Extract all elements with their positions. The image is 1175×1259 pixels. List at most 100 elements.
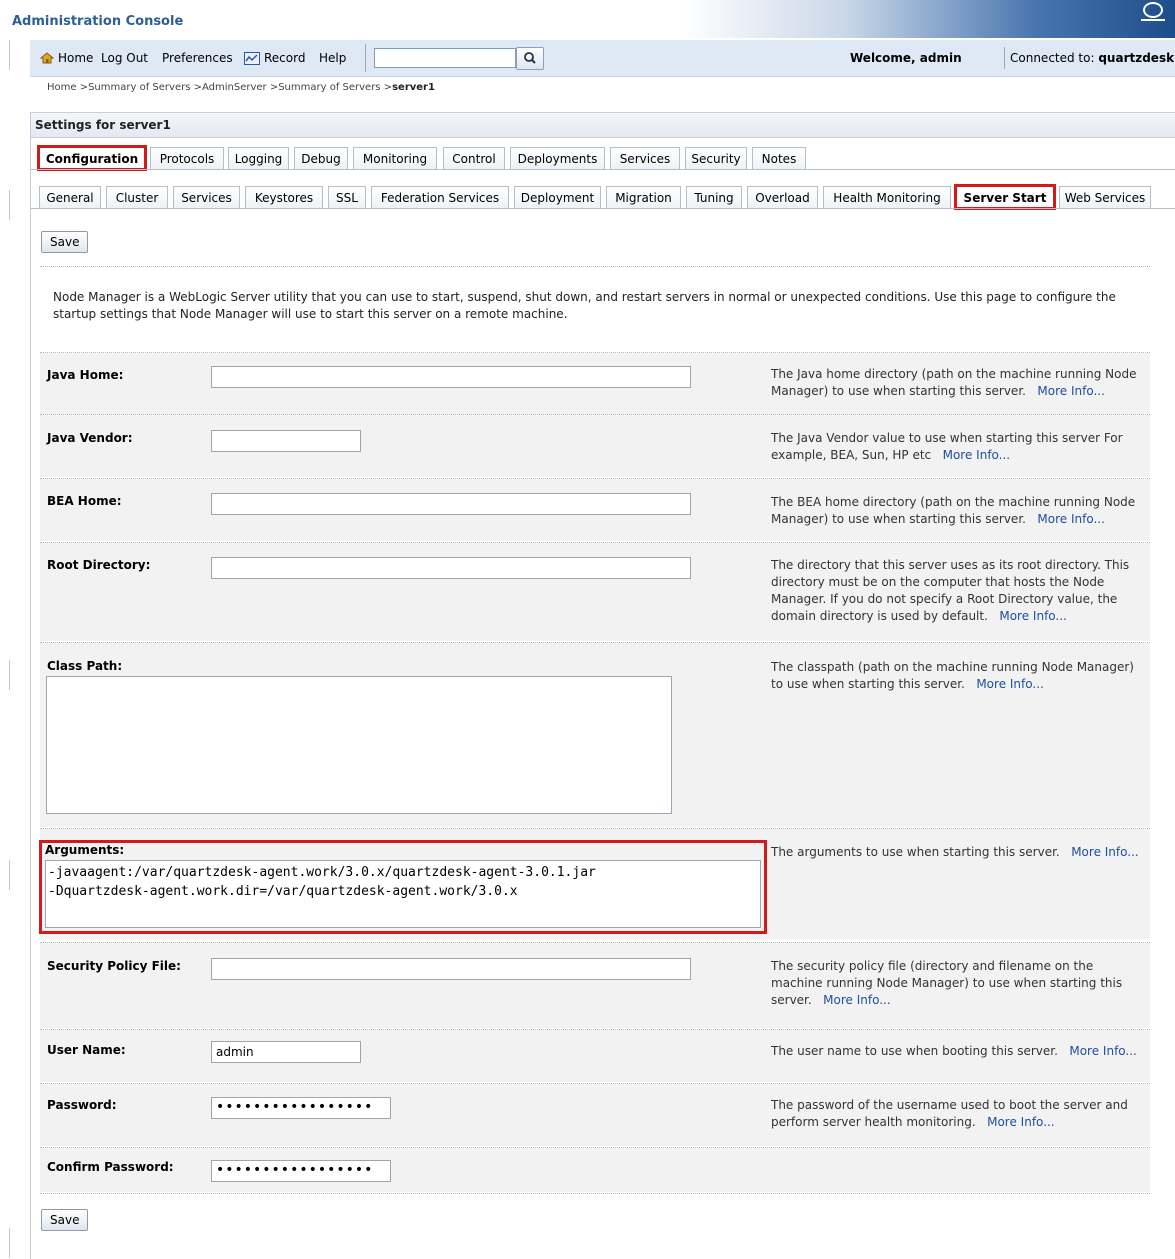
home-icon[interactable] xyxy=(40,52,54,64)
more-info-link[interactable]: More Info... xyxy=(1069,1044,1137,1058)
root-directory-input[interactable] xyxy=(211,557,691,579)
search-button[interactable] xyxy=(516,47,544,70)
tab-logging[interactable]: Logging xyxy=(228,147,289,169)
user-name-desc-text: The user name to use when booting this s… xyxy=(771,1044,1058,1058)
java-home-label: Java Home: xyxy=(47,368,124,382)
connected-prefix: Connected to: xyxy=(1010,51,1099,65)
security-policy-input[interactable] xyxy=(211,958,691,980)
class-path-desc-text: The classpath (path on the machine runni… xyxy=(771,660,1134,691)
gutter-line xyxy=(9,40,10,70)
tab-divider xyxy=(31,208,1175,209)
class-path-textarea[interactable] xyxy=(46,676,672,814)
tab-services[interactable]: Services xyxy=(610,147,680,169)
save-button-bottom[interactable]: Save xyxy=(41,1209,89,1231)
subtab-federation-services[interactable]: Federation Services xyxy=(371,186,509,208)
user-name-input[interactable] xyxy=(211,1041,361,1063)
arguments-desc: The arguments to use when starting this … xyxy=(771,844,1141,861)
subtab-services[interactable]: Services xyxy=(173,186,240,208)
breadcrumb-current: server1 xyxy=(392,82,435,93)
tab-notes[interactable]: Notes xyxy=(752,147,806,169)
gutter-line xyxy=(9,1228,10,1258)
root-directory-desc: The directory that this server uses as i… xyxy=(771,557,1141,625)
subtab-health-monitoring[interactable]: Health Monitoring xyxy=(823,186,951,208)
gutter-line xyxy=(9,860,10,890)
user-name-label: User Name: xyxy=(47,1043,126,1057)
subtab-general[interactable]: General xyxy=(39,186,101,208)
root-directory-desc-text: The directory that this server uses as i… xyxy=(771,558,1130,623)
subtab-tuning[interactable]: Tuning xyxy=(686,186,742,208)
bea-home-input[interactable] xyxy=(211,493,691,515)
save-button-top[interactable]: Save xyxy=(41,231,89,253)
subtab-ssl[interactable]: SSL xyxy=(328,186,366,208)
tab-deployments[interactable]: Deployments xyxy=(510,147,605,169)
oracle-logo-icon xyxy=(1141,2,1165,21)
arguments-textarea[interactable]: -javaagent:/var/quartzdesk-agent.work/3.… xyxy=(45,860,761,928)
subtab-keystores[interactable]: Keystores xyxy=(245,186,323,208)
settings-title: Settings for server1 xyxy=(35,118,171,132)
more-info-link[interactable]: More Info... xyxy=(987,1115,1055,1129)
bea-home-label: BEA Home: xyxy=(47,494,122,508)
password-input[interactable]: ••••••••••••••••• xyxy=(211,1097,391,1119)
class-path-label: Class Path: xyxy=(47,659,123,673)
connected-domain: quartzdesk xyxy=(1098,51,1175,65)
more-info-link[interactable]: More Info... xyxy=(1037,512,1105,526)
arguments-label: Arguments: xyxy=(45,843,125,857)
header-bar: Administration Console xyxy=(0,0,1175,38)
confirm-password-label: Confirm Password: xyxy=(47,1160,174,1174)
security-policy-label: Security Policy File: xyxy=(47,959,181,973)
subtab-web-services[interactable]: Web Services xyxy=(1059,186,1151,208)
class-path-desc: The classpath (path on the machine runni… xyxy=(771,659,1141,693)
java-home-input[interactable] xyxy=(211,366,691,388)
row-confirm-password xyxy=(40,1148,1150,1192)
gutter-line xyxy=(9,660,10,690)
gutter-line xyxy=(9,190,10,220)
tab-configuration[interactable]: Configuration xyxy=(37,145,147,171)
security-policy-desc: The security policy file (directory and … xyxy=(771,958,1141,1009)
subtab-server-start[interactable]: Server Start xyxy=(954,184,1056,210)
java-vendor-input[interactable] xyxy=(211,430,361,452)
password-desc-text: The password of the username used to boo… xyxy=(771,1098,1128,1129)
subtab-migration[interactable]: Migration xyxy=(606,186,681,208)
toolbar-divider xyxy=(1004,47,1005,69)
java-home-desc: The Java home directory (path on the mac… xyxy=(771,366,1141,400)
more-info-link[interactable]: More Info... xyxy=(1037,384,1105,398)
welcome-prefix: Welcome, xyxy=(850,51,920,65)
tab-protocols[interactable]: Protocols xyxy=(150,147,224,169)
password-desc: The password of the username used to boo… xyxy=(771,1097,1141,1131)
row-divider xyxy=(40,1193,1150,1194)
help-link[interactable]: Help xyxy=(319,51,346,65)
tab-monitoring[interactable]: Monitoring xyxy=(353,147,437,169)
logout-link[interactable]: Log Out xyxy=(101,51,148,65)
java-vendor-label: Java Vendor: xyxy=(47,431,133,445)
more-info-link[interactable]: More Info... xyxy=(823,993,891,1007)
welcome-user: admin xyxy=(919,51,962,65)
search-input[interactable] xyxy=(374,48,516,68)
app-title: Administration Console xyxy=(12,14,184,29)
user-name-desc: The user name to use when booting this s… xyxy=(771,1043,1141,1060)
record-icon[interactable] xyxy=(244,52,260,65)
home-link[interactable]: Home xyxy=(58,51,93,65)
more-info-link[interactable]: More Info... xyxy=(1071,845,1139,859)
subtab-cluster[interactable]: Cluster xyxy=(106,186,168,208)
tab-security[interactable]: Security xyxy=(685,147,747,169)
settings-header: Settings for server1 xyxy=(31,113,1175,138)
toolbar: Home Log Out Preferences Record Help Wel… xyxy=(30,40,1175,77)
row-divider xyxy=(40,266,1150,267)
more-info-link[interactable]: More Info... xyxy=(943,448,1011,462)
tab-control[interactable]: Control xyxy=(443,147,505,169)
preferences-link[interactable]: Preferences xyxy=(162,51,233,65)
more-info-link[interactable]: More Info... xyxy=(999,609,1067,623)
connected-text: Connected to: quartzdesk xyxy=(1010,51,1174,65)
record-link[interactable]: Record xyxy=(264,51,305,65)
subtab-deployment[interactable]: Deployment xyxy=(514,186,601,208)
arguments-desc-text: The arguments to use when starting this … xyxy=(771,845,1060,859)
bea-home-desc: The BEA home directory (path on the mach… xyxy=(771,494,1141,528)
breadcrumb-trail[interactable]: Home >Summary of Servers >AdminServer >S… xyxy=(47,82,392,93)
search-icon xyxy=(524,52,536,64)
subtab-overload[interactable]: Overload xyxy=(747,186,818,208)
tab-debug[interactable]: Debug xyxy=(294,147,348,169)
more-info-link[interactable]: More Info... xyxy=(976,677,1044,691)
welcome-text: Welcome, admin xyxy=(850,51,962,65)
password-label: Password: xyxy=(47,1098,117,1112)
confirm-password-input[interactable]: ••••••••••••••••• xyxy=(211,1160,391,1182)
